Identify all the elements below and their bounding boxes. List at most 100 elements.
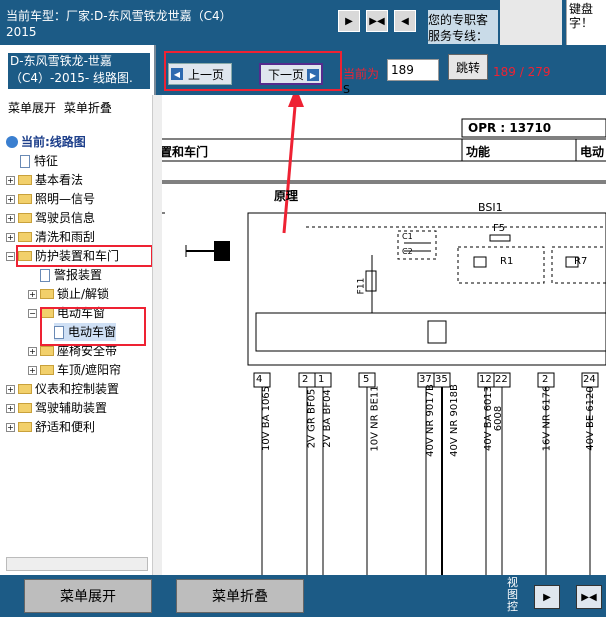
menu-collapse-button[interactable]: 菜单折叠 bbox=[176, 579, 304, 613]
diagram-svg bbox=[156, 95, 606, 575]
folder-icon bbox=[18, 422, 32, 432]
wire-label: 10V BA 1065 bbox=[261, 385, 273, 452]
collapse-icon[interactable]: − bbox=[6, 251, 15, 261]
page-count: 189 / 279 bbox=[493, 65, 551, 79]
tree-item-basic[interactable]: + 基本看法 bbox=[6, 171, 83, 189]
sidebar-horizontal-scrollbar[interactable] bbox=[6, 557, 148, 571]
wire-label: 2V BA BF04 bbox=[321, 389, 333, 448]
tree-item-alarm[interactable]: 警报装置 bbox=[40, 266, 102, 284]
menu-expand-button[interactable]: 菜单展开 bbox=[24, 579, 152, 613]
wire-label: 10V NR BE11 bbox=[369, 385, 381, 452]
f11-label: F11 bbox=[356, 277, 367, 295]
jump-button[interactable]: 跳转 bbox=[448, 54, 488, 80]
folder-icon bbox=[40, 289, 54, 299]
top-note: 键盘字！ bbox=[566, 0, 606, 45]
folder-icon bbox=[18, 384, 32, 394]
folder-icon bbox=[18, 194, 32, 204]
folder-icon bbox=[18, 232, 32, 242]
menu-expand-link[interactable]: 菜单展开 bbox=[8, 101, 56, 115]
r7-label: R7 bbox=[574, 256, 588, 267]
bottom-toolbar: 菜单展开 菜单折叠 视图控 ▶ ▶◀ bbox=[0, 575, 606, 617]
folder-icon bbox=[18, 175, 32, 185]
view-control-label: 视图控 bbox=[507, 576, 518, 613]
expand-icon[interactable]: + bbox=[6, 175, 15, 185]
pin-label: 2 bbox=[302, 374, 309, 385]
wire-label: 16V NR 6176 bbox=[541, 385, 553, 452]
top-nav-buttons: ▶ ▶◀ ◀ bbox=[338, 10, 416, 32]
wire-label: 6008 bbox=[493, 405, 505, 432]
pin-label: 4 bbox=[256, 374, 263, 385]
car-model-label: 当前车型：厂家:D-东风雪铁龙世嘉（C4）2015 bbox=[6, 9, 232, 39]
folder-icon bbox=[40, 346, 54, 356]
section-func-label: 功能 bbox=[466, 145, 491, 159]
last-page-icon[interactable]: ◀ bbox=[394, 10, 416, 32]
pin-label: 12 bbox=[479, 374, 492, 385]
expand-icon[interactable]: + bbox=[6, 232, 15, 242]
pin-label: 22 bbox=[495, 374, 508, 385]
expand-icon[interactable]: + bbox=[6, 213, 15, 223]
folder-icon bbox=[18, 213, 32, 223]
wire-label: 40V NR 9018B bbox=[448, 384, 460, 457]
fit-page-icon[interactable]: ▶◀ bbox=[366, 10, 388, 32]
wire-label: 40V BE 6120 bbox=[584, 386, 596, 451]
car-title-box: D-东风雪铁龙-世嘉（C4）-2015- 线路图. bbox=[8, 53, 150, 89]
collapse-icon[interactable]: − bbox=[28, 308, 37, 318]
tree-item-instruments[interactable]: + 仪表和控制装置 bbox=[6, 380, 119, 398]
c2-label: C2 bbox=[402, 247, 413, 256]
mascot-image bbox=[500, 0, 562, 45]
service-info: 您的专职客 服务专线： bbox=[428, 12, 488, 44]
section-left-label: 置和车门 bbox=[160, 145, 209, 159]
highlight-box-windows bbox=[40, 307, 146, 346]
tree-item-features[interactable]: 特征 bbox=[20, 152, 58, 170]
view-fit-icon[interactable]: ▶◀ bbox=[576, 585, 602, 609]
pin-label: 5 bbox=[363, 374, 370, 385]
tree-item-comfort[interactable]: + 舒适和便利 bbox=[6, 418, 95, 436]
pin-label: 24 bbox=[583, 374, 596, 385]
folder-icon bbox=[18, 403, 32, 413]
wire-label: 40V NR 9017B bbox=[424, 384, 436, 457]
diagram-vertical-scrollbar[interactable] bbox=[152, 95, 162, 575]
opr-label: OPR : 13710 bbox=[468, 121, 552, 135]
highlight-box-paging bbox=[164, 51, 342, 91]
menu-options: 菜单展开 菜单折叠 bbox=[8, 99, 116, 116]
tree-root[interactable]: 当前:线路图 bbox=[6, 133, 86, 151]
principle-label: 原理 bbox=[274, 189, 299, 203]
service-line1: 您的专职客 bbox=[428, 13, 489, 27]
expand-icon[interactable]: + bbox=[28, 346, 37, 356]
tree-item-driver-info[interactable]: + 驾驶员信息 bbox=[6, 209, 95, 227]
c1-label: C1 bbox=[402, 232, 413, 241]
expand-icon[interactable]: + bbox=[6, 194, 15, 204]
root-icon bbox=[6, 136, 18, 148]
highlight-box-protection bbox=[16, 245, 152, 267]
expand-icon[interactable]: + bbox=[28, 365, 37, 375]
page-toolbar: ◀ 上一页 下一页 ▶ 当前为 S 189 跳转 189 / 279 bbox=[156, 45, 606, 96]
page-input[interactable]: 189 bbox=[387, 59, 439, 81]
section-right-label: 电动 bbox=[580, 145, 605, 159]
tree-item-roof[interactable]: + 车顶/遮阳帘 bbox=[28, 361, 121, 379]
bsi-label: BSI1 bbox=[478, 201, 503, 214]
doc-icon bbox=[20, 154, 30, 168]
menu-collapse-link[interactable]: 菜单折叠 bbox=[64, 101, 112, 115]
tree-item-wash-wipe[interactable]: + 清洗和雨刮 bbox=[6, 228, 95, 246]
tree-item-locking[interactable]: + 锁止/解锁 bbox=[28, 285, 109, 303]
sidebar: D-东风雪铁龙-世嘉（C4）-2015- 线路图. 菜单展开 菜单折叠 当前:线… bbox=[0, 45, 156, 575]
service-line2: 服务专线： bbox=[428, 29, 489, 43]
wiring-diagram: OPR : 13710 置和车门 功能 电动 原理 BSI1 C1 C2 F5 … bbox=[156, 95, 606, 575]
tree-item-driving-aids[interactable]: + 驾驶辅助装置 bbox=[6, 399, 107, 417]
current-page-label: 当前为 bbox=[343, 67, 380, 81]
folder-icon bbox=[40, 365, 54, 375]
view-next-icon[interactable]: ▶ bbox=[534, 585, 560, 609]
tree-item-lighting[interactable]: + 照明—信号 bbox=[6, 190, 95, 208]
wire-label: 2V GR BF05 bbox=[306, 388, 318, 449]
doc-icon bbox=[40, 268, 50, 282]
expand-icon[interactable]: + bbox=[6, 384, 15, 394]
first-page-icon[interactable]: ▶ bbox=[338, 10, 360, 32]
r1-label: R1 bbox=[500, 256, 514, 267]
f5-label: F5 bbox=[493, 223, 506, 234]
expand-icon[interactable]: + bbox=[6, 422, 15, 432]
expand-icon[interactable]: + bbox=[28, 289, 37, 299]
pin-label: 35 bbox=[435, 374, 448, 385]
expand-icon[interactable]: + bbox=[6, 403, 15, 413]
pin-label: 1 bbox=[318, 374, 325, 385]
pin-label: 2 bbox=[542, 374, 549, 385]
